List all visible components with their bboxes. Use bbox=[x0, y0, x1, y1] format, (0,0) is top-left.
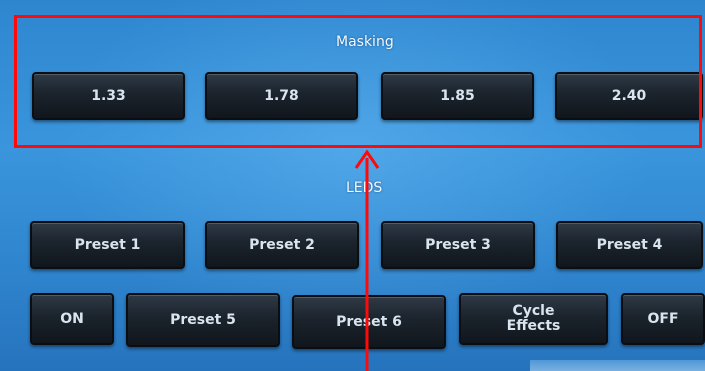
annotation-arrow-icon bbox=[354, 149, 380, 371]
